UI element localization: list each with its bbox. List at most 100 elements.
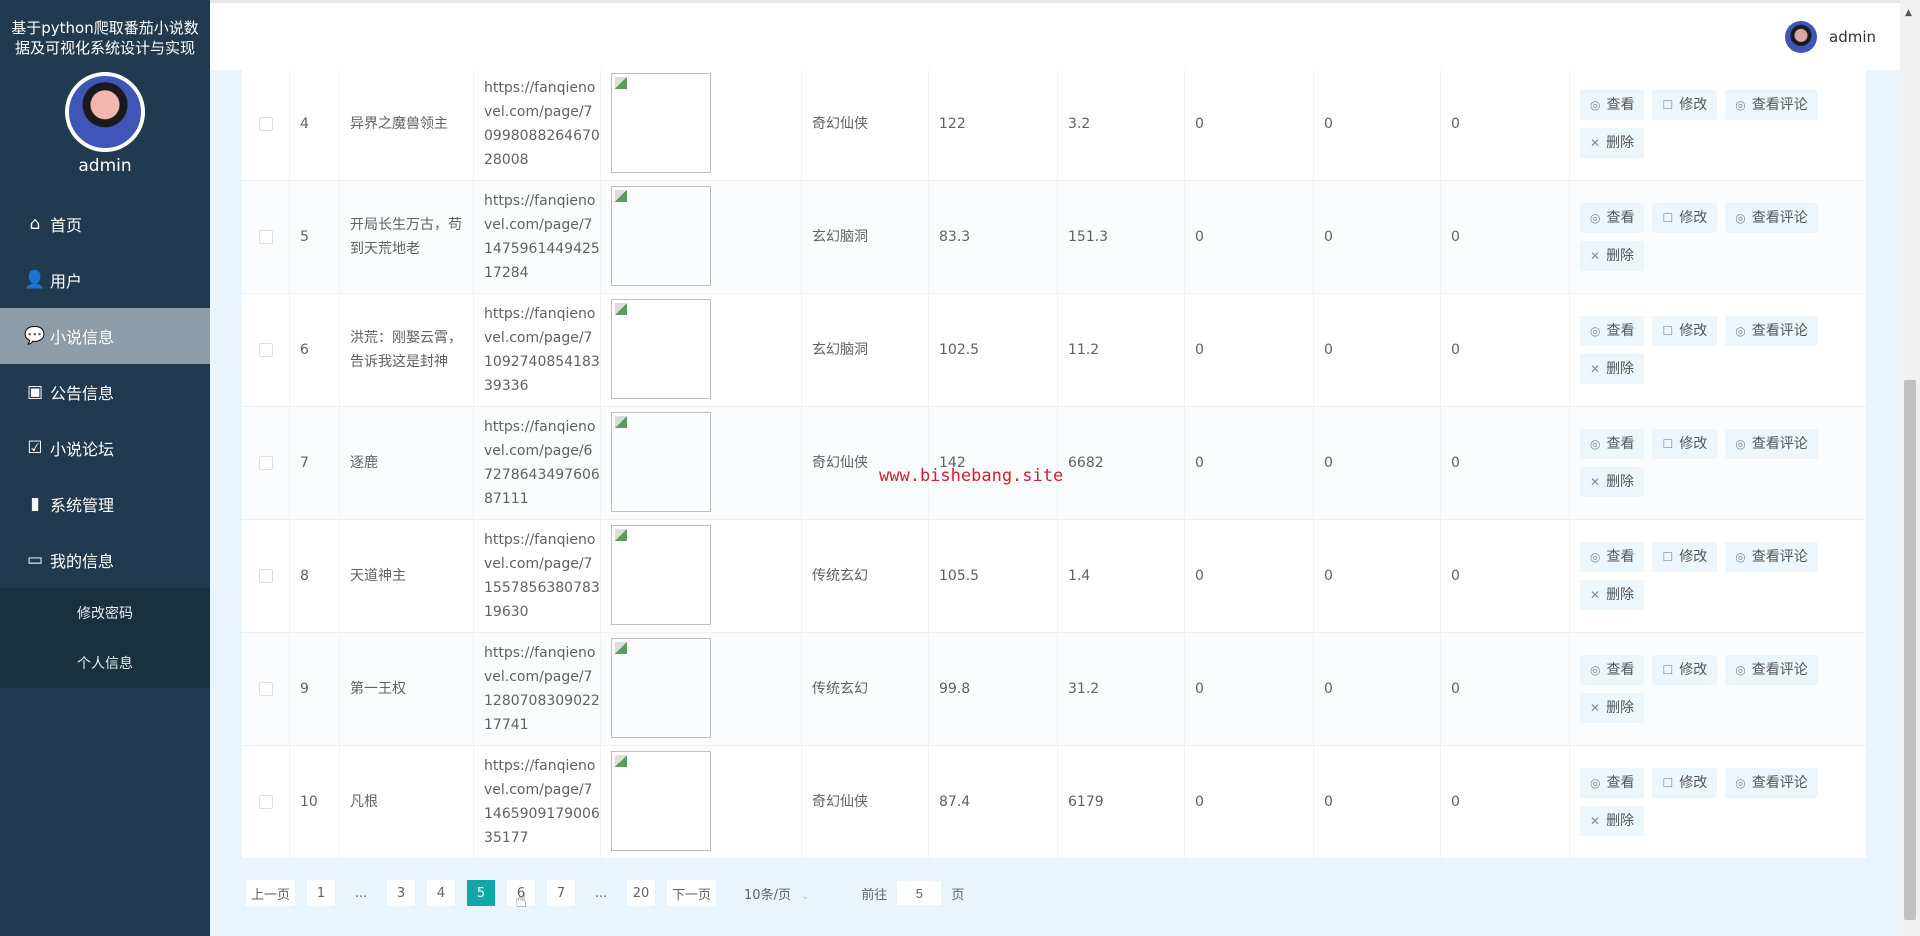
page-button-20[interactable]: 20 xyxy=(627,880,656,906)
value-5-cell: 0 xyxy=(1441,520,1570,632)
sidebar-item-1[interactable]: 👤 用户 xyxy=(0,252,210,308)
value-1: 105.5 xyxy=(939,568,980,584)
row-checkbox[interactable] xyxy=(258,682,273,696)
delete-button[interactable]: ✕ 删除 xyxy=(1580,354,1645,384)
sidebar-item-3[interactable]: ▣ 公告信息 xyxy=(0,364,210,420)
prev-page-button[interactable]: 上一页 xyxy=(246,880,296,906)
page-button-5[interactable]: 5 xyxy=(467,880,496,906)
pagination: 上一页1...34567...20下一页10条/页⌄前往页 xyxy=(246,880,964,906)
category-cell: 奇幻仙侠 xyxy=(802,68,929,180)
edit-button[interactable]: ☐ 修改 xyxy=(1652,655,1718,685)
edit-button[interactable]: ☐ 修改 xyxy=(1652,542,1718,572)
view-label: 查看 xyxy=(1606,775,1635,791)
row-checkbox[interactable] xyxy=(258,795,273,809)
novel-name-cell: 异界之魔兽领主 xyxy=(340,68,474,180)
value-4: 0 xyxy=(1324,568,1333,584)
cover-cell xyxy=(601,294,802,406)
page-scrollbar[interactable]: ▲ xyxy=(1900,0,1920,936)
view-comments-button[interactable]: ◎ 查看评论 xyxy=(1725,203,1818,233)
delete-label: 删除 xyxy=(1606,135,1635,151)
sidebar-subitem-1[interactable]: 个人信息 xyxy=(0,638,210,688)
chat-icon: 💬 xyxy=(24,326,46,346)
row-checkbox[interactable] xyxy=(258,456,273,470)
sidebar-submenu: 修改密码 个人信息 xyxy=(0,588,210,688)
value-3-cell: 0 xyxy=(1185,633,1314,745)
page-button-4[interactable]: 4 xyxy=(427,880,456,906)
row-checkbox[interactable] xyxy=(258,117,273,131)
delete-button[interactable]: ✕ 删除 xyxy=(1580,806,1645,836)
eye-icon: ◎ xyxy=(1590,211,1601,225)
sidebar-item-4[interactable]: ☑ 小说论坛 xyxy=(0,420,210,476)
edit-button[interactable]: ☐ 修改 xyxy=(1652,768,1718,798)
row-checkbox[interactable] xyxy=(258,569,273,583)
page-ellipsis[interactable]: ... xyxy=(347,880,375,906)
value-4-cell: 0 xyxy=(1314,520,1441,632)
delete-button[interactable]: ✕ 删除 xyxy=(1580,580,1645,610)
cover-cell xyxy=(601,633,802,745)
app-title: 基于python爬取番茄小说数据及可视化系统设计与实现 xyxy=(11,19,199,57)
close-icon: ✕ xyxy=(1590,249,1601,263)
view_comments-label: 查看评论 xyxy=(1751,97,1808,113)
header-avatar[interactable] xyxy=(1785,21,1817,53)
value-2: 3.2 xyxy=(1068,116,1091,132)
view-button[interactable]: ◎ 查看 xyxy=(1580,655,1645,685)
value-3-cell: 0 xyxy=(1185,746,1314,858)
view-button[interactable]: ◎ 查看 xyxy=(1580,768,1645,798)
view-button[interactable]: ◎ 查看 xyxy=(1580,542,1645,572)
actions-cell: ◎ 查看 ☐ 修改 ◎ 查看评论 ✕ 删除 xyxy=(1570,633,1867,745)
row-index-cell: 8 xyxy=(290,520,340,632)
view-comments-button[interactable]: ◎ 查看评论 xyxy=(1725,429,1818,459)
close-icon: ✕ xyxy=(1590,701,1601,715)
page-button-3[interactable]: 3 xyxy=(387,880,416,906)
page-button-1[interactable]: 1 xyxy=(307,880,336,906)
actions-cell: ◎ 查看 ☐ 修改 ◎ 查看评论 ✕ 删除 xyxy=(1570,746,1867,858)
edit-button[interactable]: ☐ 修改 xyxy=(1652,203,1718,233)
sidebar-subitem-0[interactable]: 修改密码 xyxy=(0,588,210,638)
row-checkbox[interactable] xyxy=(258,230,273,244)
view-comments-button[interactable]: ◎ 查看评论 xyxy=(1725,655,1818,685)
user-menu[interactable]: admin xyxy=(1785,21,1876,53)
sidebar-item-5[interactable]: ▮ 系统管理 xyxy=(0,476,210,532)
page-size-select[interactable]: 10条/页 ⌄ xyxy=(744,884,809,903)
view-button[interactable]: ◎ 查看 xyxy=(1580,203,1645,233)
view-comments-button[interactable]: ◎ 查看评论 xyxy=(1725,316,1818,346)
view-comments-button[interactable]: ◎ 查看评论 xyxy=(1725,768,1818,798)
page-ellipsis[interactable]: ... xyxy=(587,880,615,906)
edit-button[interactable]: ☐ 修改 xyxy=(1652,316,1718,346)
view-comments-button[interactable]: ◎ 查看评论 xyxy=(1725,90,1818,120)
goto-label: 前往 xyxy=(861,887,888,903)
value-3-cell: 0 xyxy=(1185,407,1314,519)
scrollbar-thumb[interactable] xyxy=(1904,380,1916,920)
value-3-cell: 0 xyxy=(1185,181,1314,293)
view-button[interactable]: ◎ 查看 xyxy=(1580,316,1645,346)
edit-button[interactable]: ☐ 修改 xyxy=(1652,90,1718,120)
edit-icon: ☐ xyxy=(1662,776,1674,790)
view-comments-button[interactable]: ◎ 查看评论 xyxy=(1725,542,1818,572)
header-username[interactable]: admin xyxy=(1829,28,1876,46)
novel-name-cell: 第一王权 xyxy=(340,633,474,745)
value-2: 31.2 xyxy=(1068,681,1100,697)
cover-cell xyxy=(601,181,802,293)
row-checkbox[interactable] xyxy=(258,343,273,357)
novel-name: 天道神主 xyxy=(350,568,406,584)
delete-button[interactable]: ✕ 删除 xyxy=(1580,693,1645,723)
sidebar-item-0[interactable]: ⌂ 首页 xyxy=(0,196,210,252)
goto-page-input[interactable] xyxy=(897,881,942,905)
value-1-cell: 87.4 xyxy=(929,746,1058,858)
view-button[interactable]: ◎ 查看 xyxy=(1580,429,1645,459)
sidebar-item-6[interactable]: ▭ 我的信息 xyxy=(0,532,210,588)
value-1-cell: 142 xyxy=(929,407,1058,519)
delete-button[interactable]: ✕ 删除 xyxy=(1580,128,1645,158)
edit-button[interactable]: ☐ 修改 xyxy=(1652,429,1718,459)
cover-cell xyxy=(601,746,802,858)
sidebar-item-2[interactable]: 💬 小说信息 xyxy=(0,308,210,364)
delete-button[interactable]: ✕ 删除 xyxy=(1580,241,1645,271)
delete-button[interactable]: ✕ 删除 xyxy=(1580,467,1645,497)
scroll-up-arrow-icon[interactable]: ▲ xyxy=(1905,8,1912,18)
value-4-cell: 0 xyxy=(1314,407,1441,519)
view-button[interactable]: ◎ 查看 xyxy=(1580,90,1645,120)
page-button-7[interactable]: 7 xyxy=(547,880,576,906)
table-row: 10 凡根 https://fanqienovel.com/page/7146590… xyxy=(242,746,1867,859)
next-page-button[interactable]: 下一页 xyxy=(667,880,717,906)
user-icon: 👤 xyxy=(24,270,46,290)
